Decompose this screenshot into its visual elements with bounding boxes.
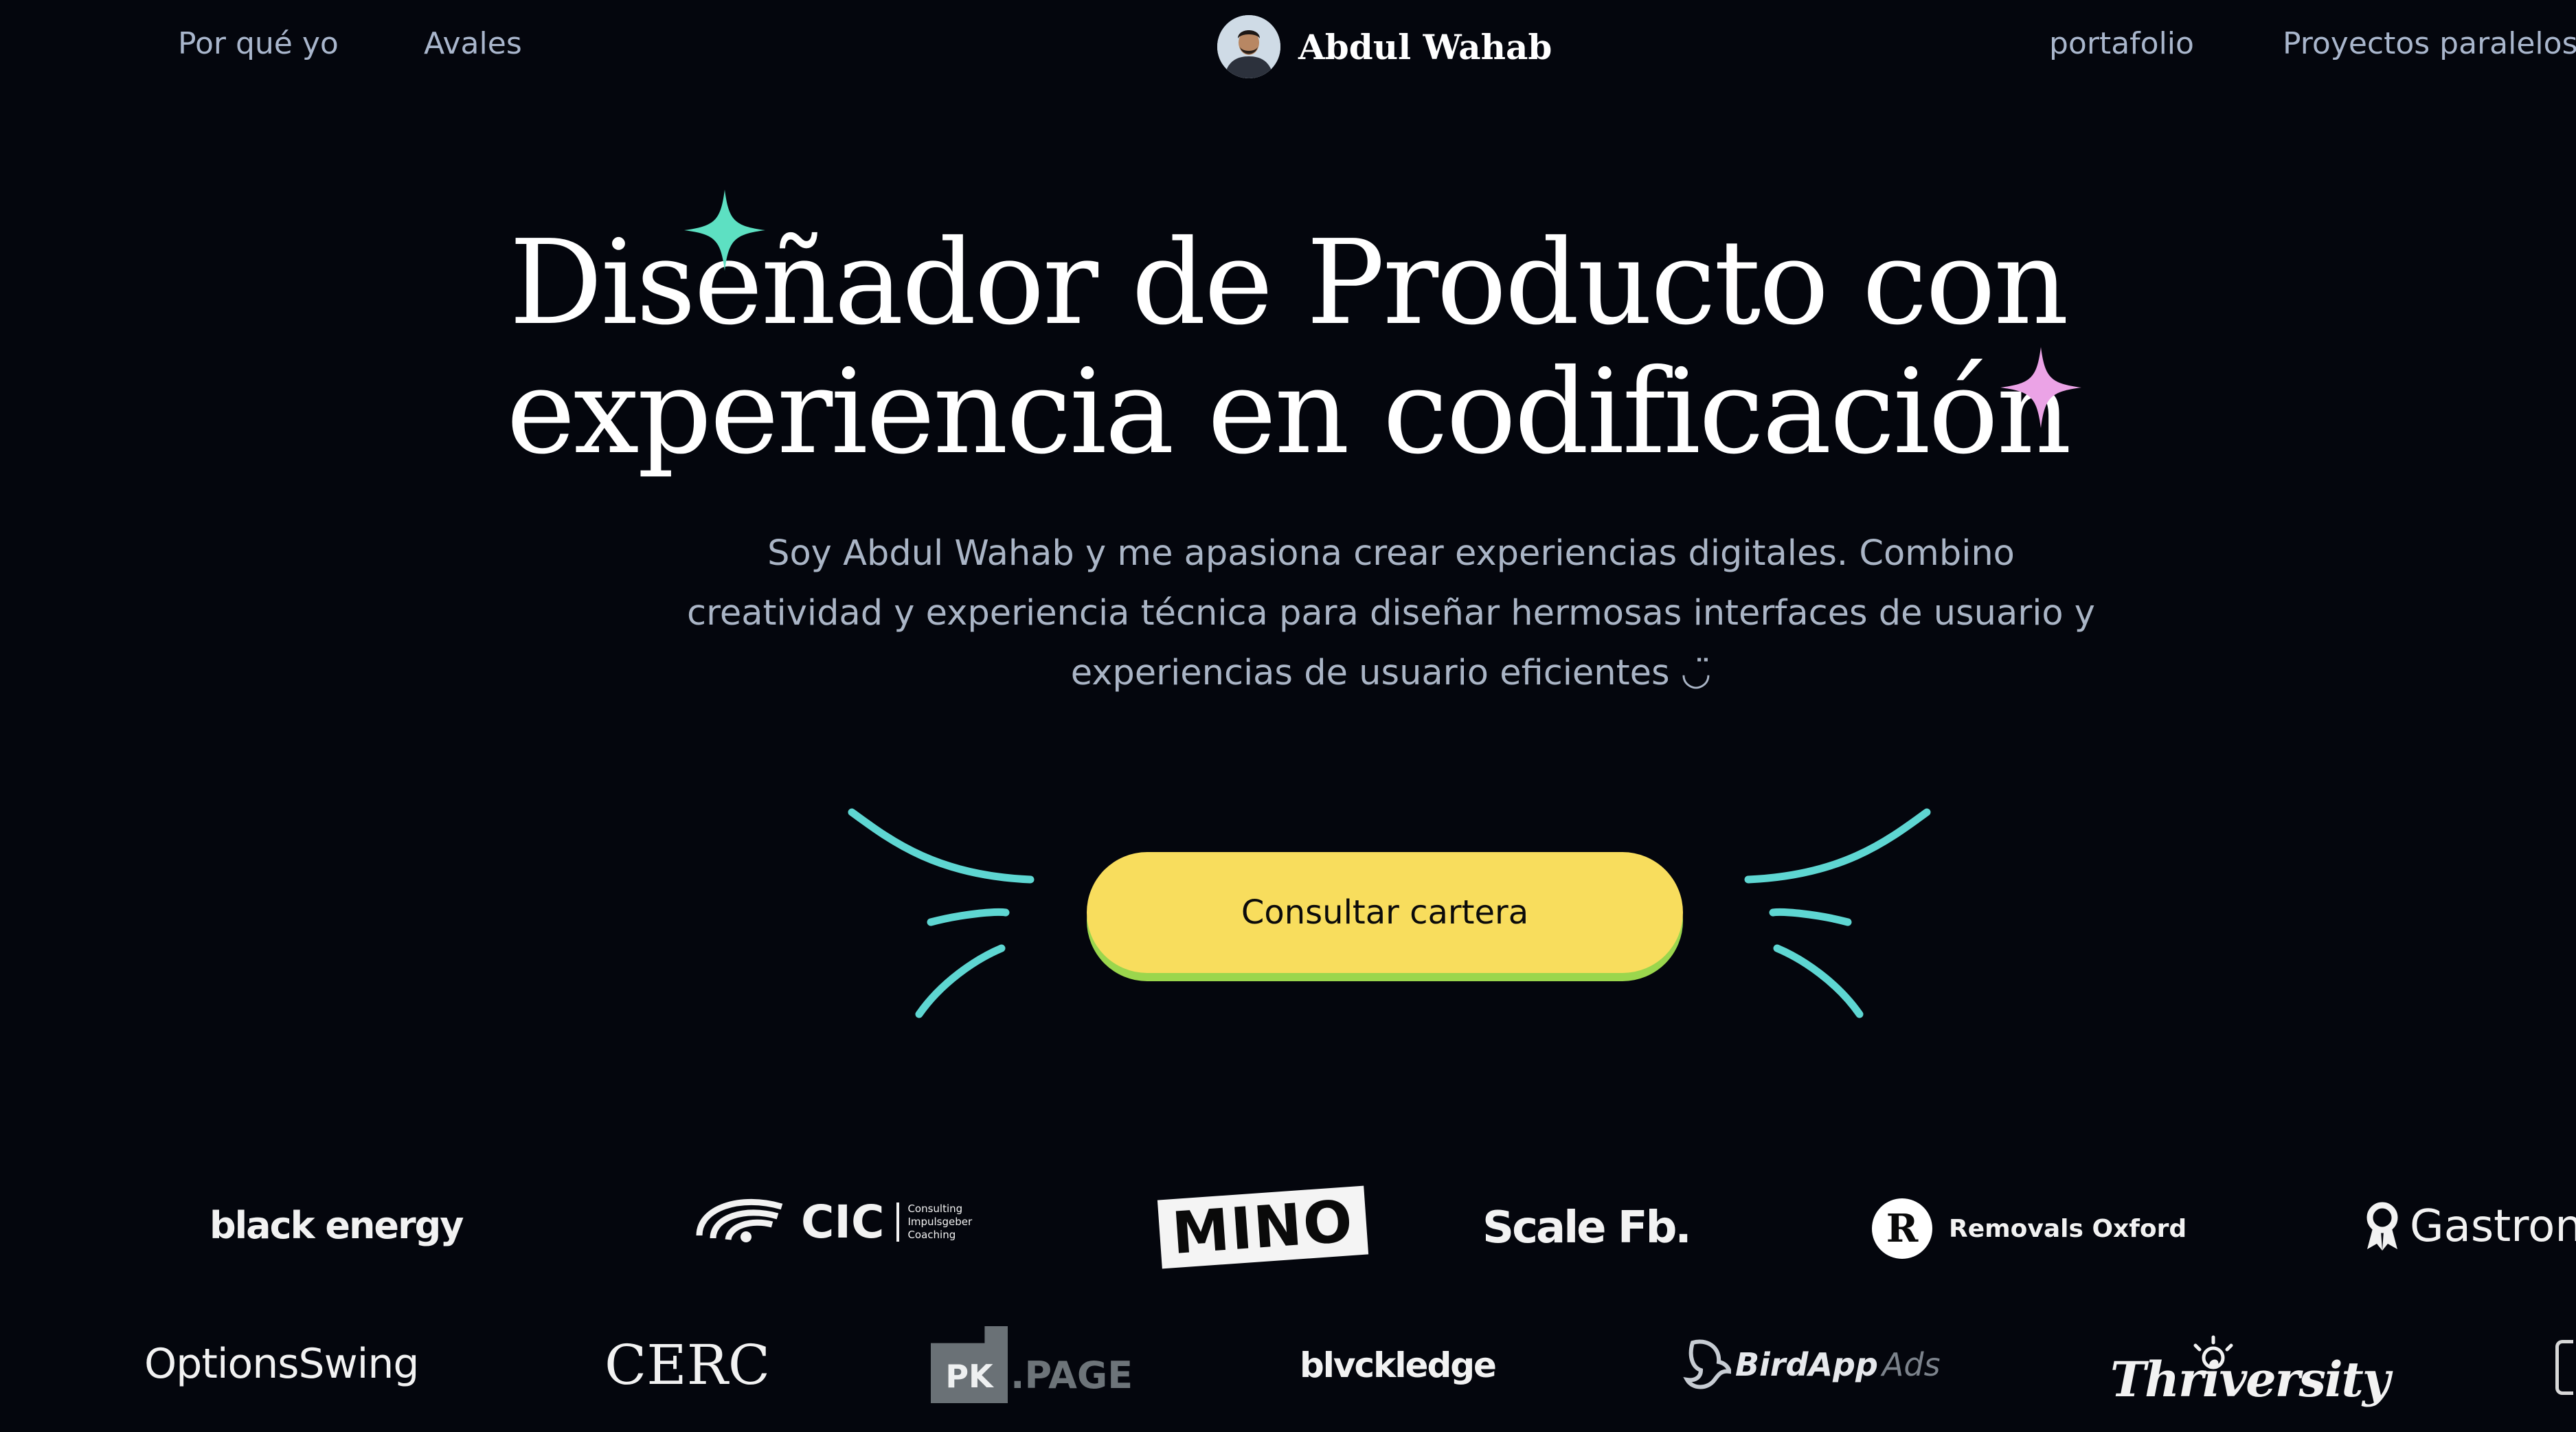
avatar-photo-icon (1217, 15, 1280, 78)
scale-fb-wordmark: Scale Fb. (1482, 1202, 1692, 1253)
whisker-lines-right (1744, 808, 1931, 1018)
cic-tagline-line: Impulsgeber (907, 1215, 973, 1228)
brand-home-link[interactable]: Abdul Wahab (1217, 15, 1552, 78)
whisker-lines-left (848, 808, 1035, 1018)
hero-subtitle: Soy Abdul Wahab y me apasiona crear expe… (687, 533, 2095, 693)
logo-black-energy-text: black energy (210, 1204, 464, 1247)
sparkle-icon (2000, 347, 2081, 428)
logo-thriversity: Thriversity (2110, 1335, 2391, 1408)
gastron-wordmark: Gastron (2410, 1201, 2576, 1252)
mino-wordmark: MINO (1169, 1187, 1356, 1268)
blvckledge-wordmark: blvckledge (1300, 1345, 1497, 1385)
options-swing-wordmark: OptionsSwing (144, 1340, 419, 1388)
hero-title-line-1: Diseñador de Producto con (509, 215, 2069, 351)
logo-partial-cutoff (2555, 1340, 2573, 1395)
logo-pk-page: PK .PAGE (931, 1326, 1133, 1403)
view-portfolio-button[interactable]: Consultar cartera (1087, 852, 1683, 973)
nav-link-why-me[interactable]: Por qué yo (178, 26, 339, 61)
pk-page-wordmark: .PAGE (1010, 1353, 1133, 1397)
birdapp-wordmark: BirdApp (1735, 1346, 1878, 1383)
pk-mark-icon: PK (931, 1326, 1008, 1403)
page-title: Diseñador de Producto con experiencia en… (0, 219, 2576, 477)
hero-title-line-2: experiencia en codificación (506, 344, 2072, 480)
logo-options-swing: OptionsSwing (144, 1340, 419, 1388)
logo-mino: MINO (1157, 1185, 1368, 1269)
cic-wordmark: CIC (801, 1195, 885, 1249)
award-ribbon-icon (2366, 1202, 2398, 1251)
logo-birdapp-ads: BirdApp Ads (1683, 1336, 1941, 1394)
cic-tagline-line: Coaching (907, 1228, 956, 1241)
logo-removals-oxford: R Removals Oxford (1872, 1198, 2187, 1259)
cic-tagline-line: Consulting (907, 1202, 963, 1215)
lightbulb-icon (2193, 1335, 2233, 1369)
nav-link-side-projects[interactable]: Proyectos paralelos (2283, 26, 2576, 61)
avatar (1217, 15, 1280, 78)
removals-oxford-wordmark: Removals Oxford (1949, 1214, 2187, 1243)
bird-icon (1683, 1339, 1731, 1389)
birdapp-ads-wordmark: Ads (1882, 1346, 1941, 1383)
logo-scale-fb: Scale Fb. (1482, 1202, 1692, 1253)
removals-r-icon: R (1872, 1198, 1932, 1259)
nav-link-portfolio[interactable]: portafolio (2049, 26, 2194, 61)
cic-tagline: Consulting Impulsgeber Coaching (896, 1202, 972, 1242)
nav-link-testimonials[interactable]: Avales (424, 26, 522, 61)
cerc-wordmark: CERC (605, 1333, 771, 1397)
thriversity-wordmark: Thriversity (2110, 1351, 2391, 1408)
cic-mark-icon (696, 1198, 783, 1242)
logo-cic: CIC Consulting Impulsgeber Coaching (692, 1194, 972, 1249)
sparkle-icon (684, 190, 765, 271)
logo-cerc: CERC (605, 1333, 770, 1397)
logo-gastron: Gastron (2363, 1201, 2576, 1252)
logo-blvckledge: blvckledge (1300, 1345, 1497, 1385)
brand-name: Abdul Wahab (1298, 26, 1552, 67)
logo-black-energy: black energy (210, 1204, 464, 1247)
